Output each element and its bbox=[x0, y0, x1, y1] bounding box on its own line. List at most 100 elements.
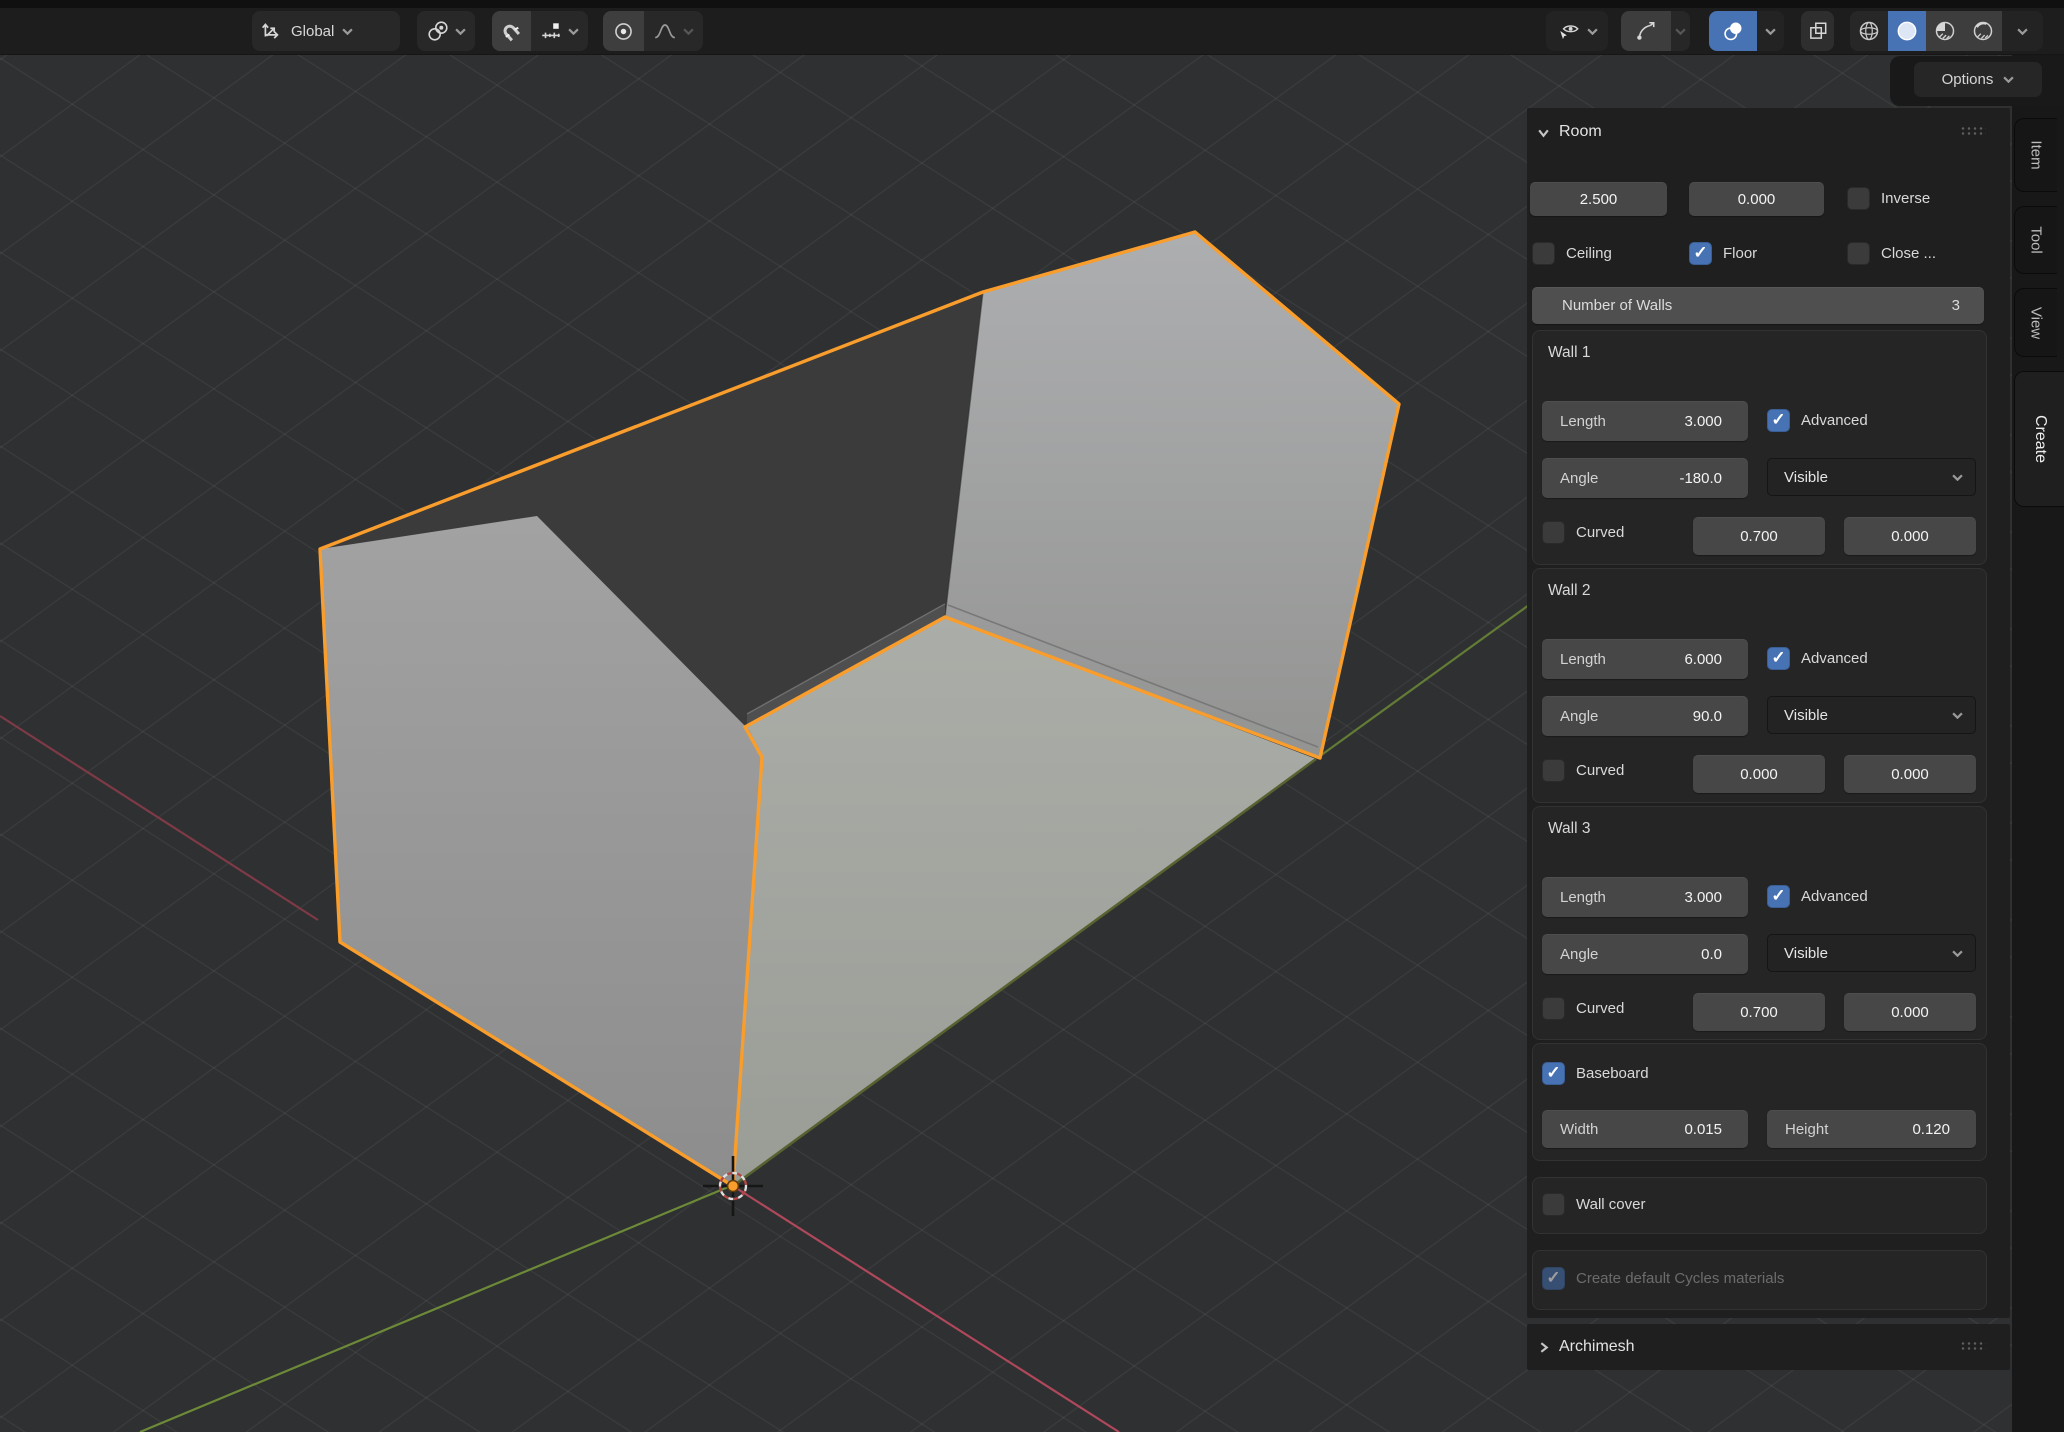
visibility-icon bbox=[1557, 20, 1581, 42]
curved-checkbox[interactable] bbox=[1542, 759, 1565, 782]
cycles-materials-checkbox[interactable] bbox=[1542, 1267, 1565, 1290]
overlays-toggle[interactable] bbox=[1709, 11, 1757, 51]
wall-angle-field[interactable]: Angle -180.0 bbox=[1542, 458, 1748, 498]
ceiling-label: Ceiling bbox=[1566, 245, 1612, 262]
panel-drag-handle[interactable] bbox=[1960, 126, 1986, 137]
curve-arc-field[interactable]: 0.000 bbox=[1844, 755, 1976, 793]
xray-toggle[interactable] bbox=[1801, 11, 1834, 51]
snapping-controls[interactable] bbox=[492, 11, 588, 51]
wall-title: Wall 3 bbox=[1548, 820, 1591, 838]
baseboard-height-field[interactable]: Height 0.120 bbox=[1767, 1110, 1976, 1148]
ceiling-checkbox[interactable] bbox=[1532, 242, 1555, 265]
chevron-down-icon bbox=[2017, 28, 2028, 35]
inverse-label: Inverse bbox=[1881, 190, 1930, 207]
viewport-header: Global bbox=[0, 8, 2064, 55]
overlays-dropdown[interactable] bbox=[1757, 11, 1784, 51]
curve-arc-field[interactable]: 0.000 bbox=[1844, 993, 1976, 1031]
panel-drag-handle[interactable] bbox=[1960, 1341, 1986, 1352]
snap-increment-icon bbox=[540, 20, 562, 42]
snap-mode-dropdown[interactable] bbox=[531, 11, 588, 51]
baseboard-label: Baseboard bbox=[1576, 1065, 1649, 1082]
advanced-label: Advanced bbox=[1801, 412, 1868, 429]
floor-checkbox[interactable] bbox=[1689, 242, 1712, 265]
wall-cover-checkbox[interactable] bbox=[1542, 1193, 1565, 1216]
curve-factor-field[interactable]: 0.000 bbox=[1693, 755, 1825, 793]
floor-label: Floor bbox=[1723, 245, 1757, 262]
gizmo-dropdown[interactable] bbox=[1671, 11, 1690, 51]
advanced-row: Advanced bbox=[1767, 885, 1868, 908]
snap-magnet-icon bbox=[501, 21, 522, 42]
tab-tool[interactable]: Tool bbox=[2014, 206, 2057, 274]
curved-checkbox[interactable] bbox=[1542, 521, 1565, 544]
shading-rendered-button[interactable] bbox=[1964, 11, 2002, 51]
overlays-controls[interactable] bbox=[1709, 11, 1784, 51]
chevron-down-icon bbox=[568, 28, 579, 35]
chevron-down-icon bbox=[1952, 712, 1963, 719]
proportional-edit-controls[interactable] bbox=[603, 11, 703, 51]
wall-visibility-dropdown[interactable]: Visible bbox=[1767, 696, 1976, 734]
curved-row: Curved bbox=[1542, 997, 1624, 1020]
chevron-down-icon bbox=[1952, 950, 1963, 957]
tab-view[interactable]: View bbox=[2014, 288, 2057, 357]
wall-2-box: Wall 2 Length 6.000 Advanced Angle 90.0 … bbox=[1532, 568, 1987, 803]
curved-checkbox[interactable] bbox=[1542, 997, 1565, 1020]
shading-material-button[interactable] bbox=[1926, 11, 1964, 51]
close-walls-checkbox[interactable] bbox=[1847, 242, 1870, 265]
shading-solid-button[interactable] bbox=[1888, 11, 1926, 51]
curve-factor-field[interactable]: 0.700 bbox=[1693, 517, 1825, 555]
visibility-dropdown[interactable] bbox=[1546, 11, 1608, 51]
proportional-editing-icon bbox=[613, 21, 634, 42]
advanced-checkbox[interactable] bbox=[1767, 409, 1790, 432]
advanced-label: Advanced bbox=[1801, 650, 1868, 667]
tab-create[interactable]: Create bbox=[2014, 371, 2064, 507]
tab-item[interactable]: Item bbox=[2014, 118, 2057, 192]
advanced-checkbox[interactable] bbox=[1767, 885, 1790, 908]
wall-length-field[interactable]: Length 3.000 bbox=[1542, 401, 1748, 441]
gizmo-controls[interactable] bbox=[1621, 11, 1690, 51]
wall-cover-label: Wall cover bbox=[1576, 1196, 1645, 1213]
number-of-walls-slider[interactable]: Number of Walls 3 bbox=[1532, 287, 1984, 324]
baseboard-width-field[interactable]: Width 0.015 bbox=[1542, 1110, 1748, 1148]
wall-title: Wall 2 bbox=[1548, 582, 1591, 600]
wall-visibility-dropdown[interactable]: Visible bbox=[1767, 458, 1976, 496]
baseboard-checkbox[interactable] bbox=[1542, 1062, 1565, 1085]
orientation-label: Global bbox=[289, 23, 336, 40]
panel-title: Room bbox=[1559, 123, 1602, 141]
curved-label: Curved bbox=[1576, 762, 1624, 779]
inverse-checkbox[interactable] bbox=[1847, 187, 1870, 210]
shading-wireframe-button[interactable] bbox=[1850, 11, 1888, 51]
snap-toggle-button[interactable] bbox=[492, 11, 531, 51]
curve-arc-field[interactable]: 0.000 bbox=[1844, 517, 1976, 555]
room-panel-header[interactable]: Room bbox=[1527, 108, 2010, 156]
shading-dropdown[interactable] bbox=[2002, 11, 2043, 51]
options-button[interactable]: Options bbox=[1914, 62, 2042, 97]
wall-visibility-dropdown[interactable]: Visible bbox=[1767, 934, 1976, 972]
gizmo-toggle[interactable] bbox=[1621, 11, 1671, 51]
wall-length-field[interactable]: Length 6.000 bbox=[1542, 639, 1748, 679]
transform-orientation-dropdown[interactable]: Global bbox=[252, 11, 400, 51]
curved-label: Curved bbox=[1576, 524, 1624, 541]
wall-length-field[interactable]: Length 3.000 bbox=[1542, 877, 1748, 917]
wall-angle-field[interactable]: Angle 90.0 bbox=[1542, 696, 1748, 736]
collapse-chevron-icon bbox=[1537, 126, 1550, 139]
shading-material-icon bbox=[1933, 19, 1957, 43]
shading-mode-controls[interactable] bbox=[1850, 11, 2043, 51]
falloff-dropdown[interactable] bbox=[644, 11, 703, 51]
chevron-down-icon bbox=[1952, 474, 1963, 481]
chevron-down-icon bbox=[683, 28, 694, 35]
proportional-edit-toggle[interactable] bbox=[603, 11, 644, 51]
room-height-field[interactable]: 2.500 bbox=[1530, 182, 1667, 216]
room-panel: Room 2.500 0.000 Inverse Ceiling Floor C… bbox=[1527, 108, 2010, 1318]
room-offset-field[interactable]: 0.000 bbox=[1689, 182, 1824, 216]
chevron-down-icon bbox=[1587, 28, 1598, 35]
archimesh-panel-header[interactable]: Archimesh bbox=[1527, 1324, 2010, 1370]
wall-cover-row: Wall cover bbox=[1542, 1193, 1645, 1216]
advanced-checkbox[interactable] bbox=[1767, 647, 1790, 670]
wall-angle-field[interactable]: Angle 0.0 bbox=[1542, 934, 1748, 974]
cycles-materials-row: Create default Cycles materials bbox=[1542, 1267, 1784, 1290]
archimesh-panel: Archimesh bbox=[1527, 1324, 2010, 1370]
xray-toggle-icon bbox=[1807, 20, 1829, 42]
pivot-point-dropdown[interactable] bbox=[417, 11, 475, 51]
sidebar-tab-strip: Item Tool View Create bbox=[2014, 118, 2064, 521]
curve-factor-field[interactable]: 0.700 bbox=[1693, 993, 1825, 1031]
